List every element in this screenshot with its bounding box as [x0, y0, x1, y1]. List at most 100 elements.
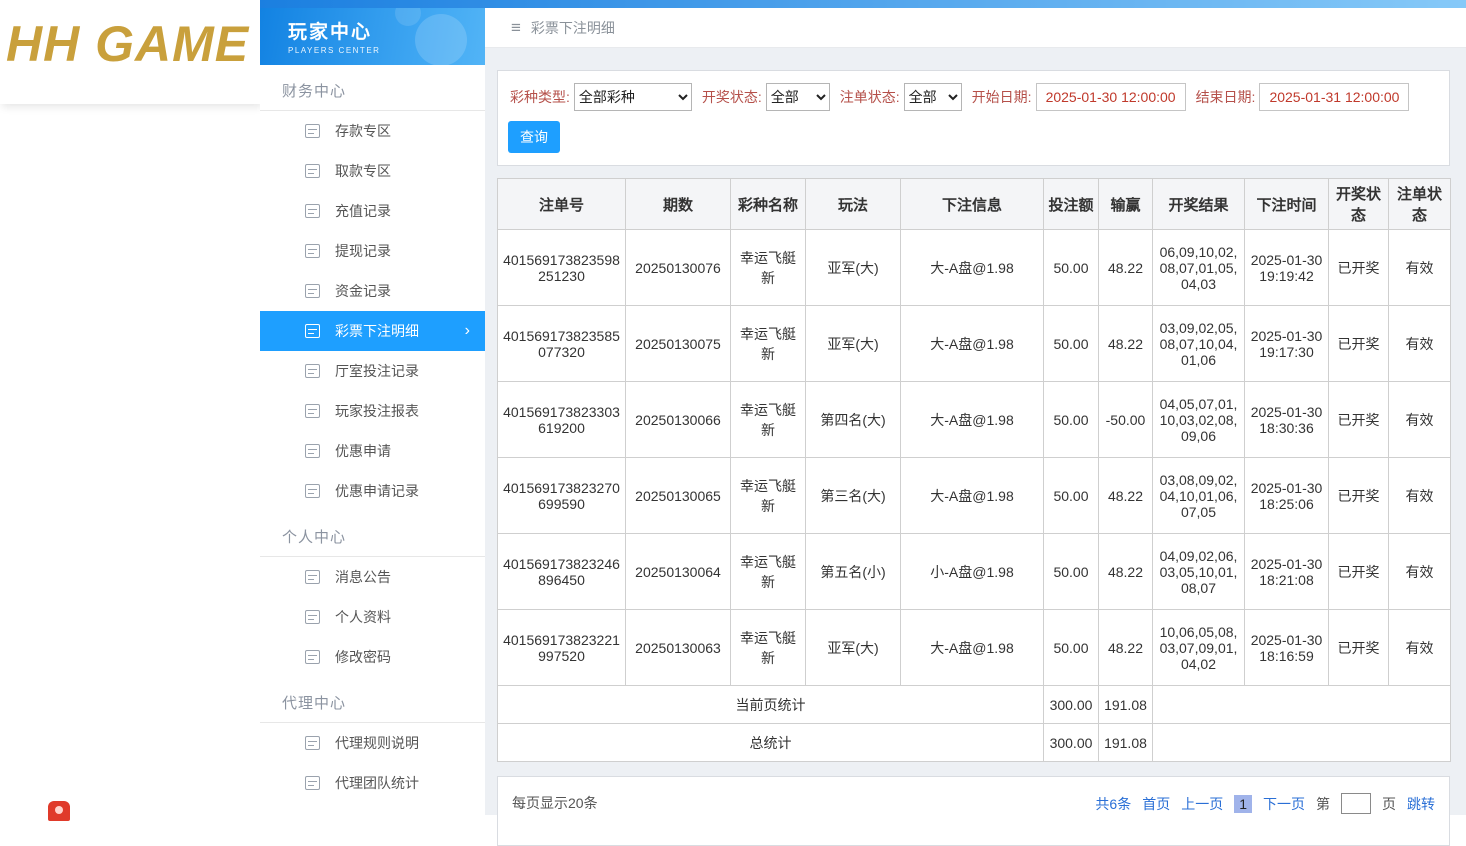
lottery-type-label: 彩种类型: — [510, 87, 570, 107]
sidebar-header: 玩家中心 PLAYERS CENTER — [260, 8, 485, 65]
logo-box: HH GAME — [0, 0, 260, 104]
cell-win-loss: 48.22 — [1099, 534, 1153, 610]
sidebar-item-player-bet-report[interactable]: 玩家投注报表 — [260, 391, 485, 431]
cell-order-status: 有效 — [1389, 610, 1451, 686]
cell-lottery-name: 幸运飞艇新 — [731, 610, 806, 686]
cell-bet-info: 大-A盘@1.98 — [901, 230, 1044, 306]
cell-bet-time: 2025-01-30 18:25:06 — [1245, 458, 1329, 534]
sidebar-item-agent-rules[interactable]: 代理规则说明 — [260, 723, 485, 763]
cell-bet-info: 大-A盘@1.98 — [901, 458, 1044, 534]
page-jump-input[interactable] — [1341, 793, 1371, 814]
sidebar-item-promo-apply-records[interactable]: 优惠申请记录 — [260, 471, 485, 511]
draw-status-select[interactable]: 全部 — [766, 83, 830, 111]
cell-period: 20250130063 — [626, 610, 731, 686]
end-date-label: 结束日期: — [1196, 87, 1256, 107]
report-icon — [305, 404, 320, 418]
cell-bet-time: 2025-01-30 19:19:42 — [1245, 230, 1329, 306]
draw-status-label: 开奖状态: — [702, 87, 762, 107]
announcement-icon — [305, 570, 320, 584]
hall-bet-icon — [305, 364, 320, 378]
table-row: 401569173823246896450 20250130064 幸运飞艇新 … — [498, 534, 1451, 610]
summary-bet-total: 300.00 — [1044, 686, 1099, 724]
first-page-link[interactable]: 首页 — [1142, 794, 1170, 814]
cell-draw-status: 已开奖 — [1329, 610, 1389, 686]
prev-page-link[interactable]: 上一页 — [1181, 794, 1223, 814]
sidebar-item-recharge-records[interactable]: 充值记录 — [260, 191, 485, 231]
floating-widget-icon[interactable] — [48, 801, 70, 821]
cell-bet-id: 401569173823598251230 — [498, 230, 626, 306]
cell-bet-amount: 50.00 — [1044, 382, 1099, 458]
column-header-bet-amount: 投注额 — [1044, 179, 1099, 230]
top-accent-bar — [260, 0, 1466, 8]
sidebar-item-announcements[interactable]: 消息公告 — [260, 557, 485, 597]
header-decoration-circle — [415, 14, 467, 65]
cell-lottery-name: 幸运飞艇新 — [731, 534, 806, 610]
column-header-period: 期数 — [626, 179, 731, 230]
sidebar-item-funds-records[interactable]: 资金记录 — [260, 271, 485, 311]
per-page-label: 每页显示20条 — [512, 793, 598, 813]
query-button[interactable]: 查询 — [508, 121, 560, 153]
content-topbar: ≡ 彩票下注明细 — [485, 8, 1466, 48]
summary-label: 当前页统计 — [498, 686, 1044, 724]
cell-draw-status: 已开奖 — [1329, 458, 1389, 534]
summary-winloss-total: 191.08 — [1099, 686, 1153, 724]
cell-order-status: 有效 — [1389, 306, 1451, 382]
summary-row-current-page: 当前页统计 300.00 191.08 — [498, 686, 1451, 724]
cell-period: 20250130065 — [626, 458, 731, 534]
cell-draw-status: 已开奖 — [1329, 534, 1389, 610]
jump-suffix-label: 页 — [1382, 794, 1396, 814]
agent-rules-icon — [305, 736, 320, 750]
cell-draw-result: 06,09,10,02,08,07,01,05,04,03 — [1153, 230, 1245, 306]
order-status-select[interactable]: 全部 — [904, 83, 962, 111]
withdrawal-record-icon — [305, 244, 320, 258]
column-header-draw-result: 开奖结果 — [1153, 179, 1245, 230]
current-page-indicator[interactable]: 1 — [1234, 795, 1252, 813]
next-page-link[interactable]: 下一页 — [1263, 794, 1305, 814]
sidebar-item-hall-bet-records[interactable]: 厅室投注记录 — [260, 351, 485, 391]
summary-empty-cell — [1153, 686, 1451, 724]
cell-period: 20250130075 — [626, 306, 731, 382]
sidebar-item-label: 修改密码 — [335, 647, 391, 667]
sidebar-item-deposit-zone[interactable]: 存款专区 — [260, 111, 485, 151]
cell-lottery-name: 幸运飞艇新 — [731, 230, 806, 306]
sidebar-item-profile[interactable]: 个人资料 — [260, 597, 485, 637]
cell-bet-amount: 50.00 — [1044, 534, 1099, 610]
sidebar-item-change-password[interactable]: 修改密码 — [260, 637, 485, 677]
cell-win-loss: 48.22 — [1099, 306, 1153, 382]
page-title: 彩票下注明细 — [531, 18, 615, 38]
cell-bet-time: 2025-01-30 19:17:30 — [1245, 306, 1329, 382]
cell-period: 20250130064 — [626, 534, 731, 610]
sidebar-section-finance: 财务中心 — [260, 65, 485, 111]
column-header-lottery-name: 彩种名称 — [731, 179, 806, 230]
jump-button[interactable]: 跳转 — [1407, 794, 1435, 814]
cell-bet-amount: 50.00 — [1044, 458, 1099, 534]
sidebar-item-label: 玩家投注报表 — [335, 401, 419, 421]
start-date-input[interactable] — [1036, 83, 1186, 111]
cell-draw-result: 03,09,02,05,08,07,10,04,01,06 — [1153, 306, 1245, 382]
cell-order-status: 有效 — [1389, 458, 1451, 534]
cell-bet-id: 401569173823246896450 — [498, 534, 626, 610]
jump-prefix-label: 第 — [1316, 794, 1330, 814]
column-header-order-status: 注单状态 — [1389, 179, 1451, 230]
content-area: 彩种类型: 全部彩种 开奖状态: 全部 注单状态: 全部 开始日期: — [485, 48, 1466, 846]
sidebar-item-label: 代理规则说明 — [335, 733, 419, 753]
end-date-input[interactable] — [1259, 83, 1409, 111]
table-header-row: 注单号 期数 彩种名称 玩法 下注信息 投注额 输赢 开奖结果 下注时间 开奖状… — [498, 179, 1451, 230]
lottery-type-select[interactable]: 全部彩种 — [574, 83, 692, 111]
cell-bet-info: 大-A盘@1.98 — [901, 610, 1044, 686]
sidebar-item-withdrawal-records[interactable]: 提现记录 — [260, 231, 485, 271]
sidebar-item-lottery-bet-details[interactable]: 彩票下注明细 › — [260, 311, 485, 351]
cell-play-type: 第四名(大) — [806, 382, 901, 458]
summary-empty-cell — [1153, 724, 1451, 762]
sidebar-item-agent-team-stats[interactable]: 代理团队统计 — [260, 763, 485, 803]
sidebar-item-promo-apply[interactable]: 优惠申请 — [260, 431, 485, 471]
sidebar-item-withdraw-zone[interactable]: 取款专区 — [260, 151, 485, 191]
sidebar-item-label: 充值记录 — [335, 201, 391, 221]
cell-bet-info: 大-A盘@1.98 — [901, 382, 1044, 458]
table-row: 401569173823270699590 20250130065 幸运飞艇新 … — [498, 458, 1451, 534]
app-frame: 玩家中心 PLAYERS CENTER 财务中心 存款专区 取款专区 充值记录 … — [260, 0, 1466, 815]
menu-toggle-icon[interactable]: ≡ — [511, 18, 521, 38]
cell-lottery-name: 幸运飞艇新 — [731, 458, 806, 534]
filter-panel: 彩种类型: 全部彩种 开奖状态: 全部 注单状态: 全部 开始日期: — [497, 70, 1450, 166]
promo-apply-icon — [305, 444, 320, 458]
